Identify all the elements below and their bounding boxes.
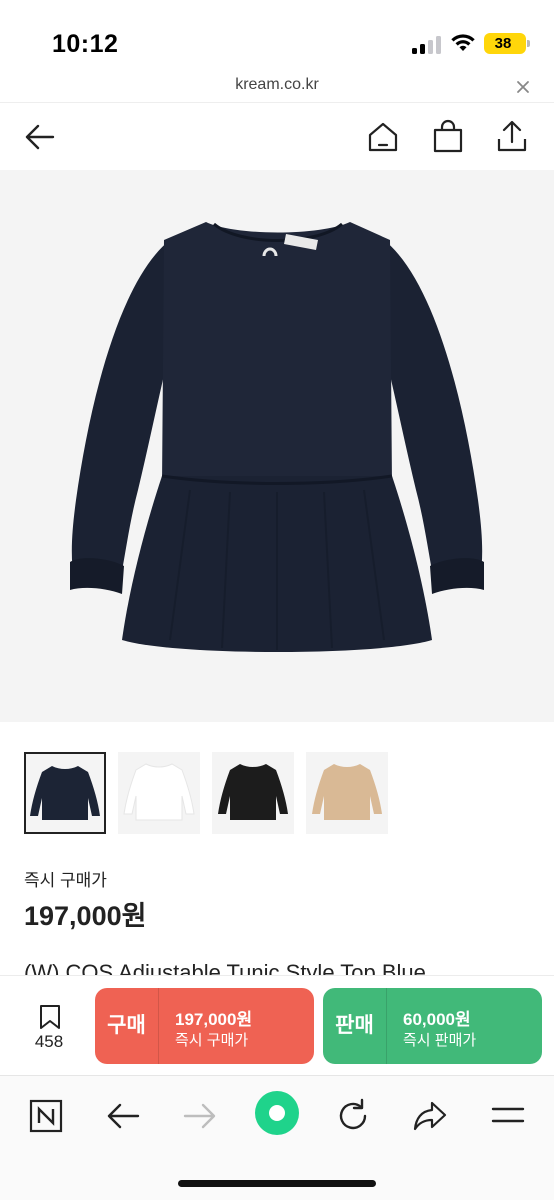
url-bar[interactable]: kream.co.kr — [0, 70, 554, 102]
thumbnail-white[interactable] — [118, 752, 200, 834]
thumbnail-beige[interactable] — [306, 752, 388, 834]
thumbnail-beige-image — [312, 764, 382, 820]
forward-icon[interactable] — [178, 1094, 222, 1138]
product-header — [0, 102, 554, 170]
status-time: 10:12 — [52, 30, 119, 58]
status-bar: 10:12 38 — [0, 0, 554, 70]
thumbnail-black[interactable] — [212, 752, 294, 834]
price-value: 197,000원 — [24, 901, 147, 931]
wishlist-count: 458 — [34, 1032, 64, 1051]
green-dot-home-icon[interactable] — [254, 1090, 300, 1136]
refresh-icon[interactable] — [331, 1094, 375, 1138]
sell-price: 60,000원 — [403, 1010, 471, 1029]
thumbnail-white-image — [123, 763, 195, 821]
thumbnail-navy[interactable] — [24, 752, 106, 834]
back-icon[interactable] — [101, 1094, 145, 1138]
purchase-action-bar: 458 구매 197,000원 즉시 구매가 판매 60,000원 즉시 판매가 — [0, 975, 554, 1075]
battery-level: 38 — [494, 35, 512, 52]
home-indicator — [178, 1180, 376, 1187]
naver-n-icon[interactable] — [24, 1094, 68, 1138]
close-icon[interactable] — [512, 76, 534, 98]
battery-tip — [527, 40, 530, 47]
product-image[interactable] — [0, 170, 554, 722]
wifi-icon — [451, 34, 475, 51]
bookmark-icon — [40, 1005, 60, 1029]
buy-price: 197,000원 — [175, 1010, 253, 1029]
wishlist-button[interactable]: 458 — [22, 1000, 76, 1060]
price-label: 즉시 구매가 — [24, 871, 107, 890]
thumbnail-black-image — [218, 764, 288, 820]
battery-indicator: 38 — [484, 33, 530, 54]
sell-button[interactable]: 판매 60,000원 즉시 판매가 — [323, 988, 542, 1064]
share-arrow-icon[interactable] — [408, 1094, 452, 1138]
home-icon[interactable] — [363, 117, 403, 157]
buy-label: 구매 — [95, 988, 159, 1064]
menu-icon[interactable] — [486, 1094, 530, 1138]
url-text[interactable]: kream.co.kr — [0, 76, 554, 94]
sell-label: 판매 — [323, 988, 387, 1064]
shopping-bag-icon[interactable] — [428, 117, 468, 157]
back-arrow-icon[interactable] — [20, 117, 60, 157]
cellular-signal-icon — [412, 34, 442, 54]
tunic-top-photo — [70, 222, 484, 652]
share-icon[interactable] — [492, 117, 532, 157]
sell-caption: 즉시 판매가 — [403, 1032, 477, 1049]
buy-button[interactable]: 구매 197,000원 즉시 구매가 — [95, 988, 314, 1064]
buy-caption: 즉시 구매가 — [175, 1032, 249, 1049]
thumbnail-navy-image — [30, 766, 100, 820]
